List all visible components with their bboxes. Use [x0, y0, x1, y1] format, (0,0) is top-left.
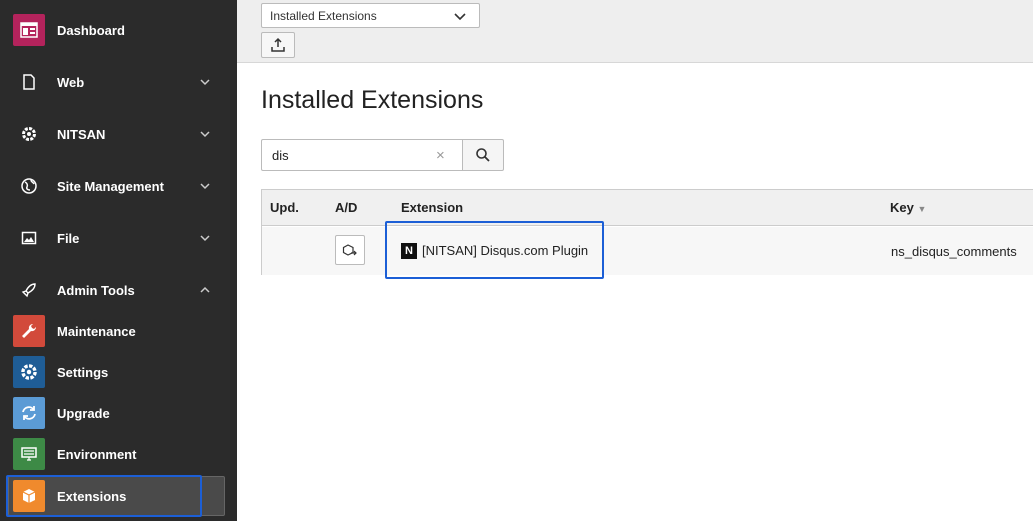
- sidebar-item-maintenance[interactable]: Maintenance: [0, 311, 237, 351]
- rocket-icon: [13, 274, 45, 306]
- search-button[interactable]: [462, 139, 504, 171]
- chevron-up-icon[interactable]: [198, 283, 212, 297]
- activate-deactivate-button[interactable]: [335, 235, 365, 265]
- sidebar-item-dashboard[interactable]: Dashboard: [0, 10, 237, 50]
- column-header-key-label: Key: [890, 200, 914, 215]
- sidebar-item-web[interactable]: Web: [0, 62, 237, 102]
- column-header-key[interactable]: Key ▼: [890, 200, 926, 215]
- sidebar-item-file[interactable]: File: [0, 218, 237, 258]
- sidebar-item-label: Maintenance: [57, 323, 136, 339]
- module-toolbar: Installed Extensions: [237, 0, 1033, 63]
- sidebar-item-label: Admin Tools: [57, 282, 135, 298]
- sidebar-item-admin-tools[interactable]: Admin Tools: [0, 270, 237, 310]
- search-icon: [476, 148, 490, 162]
- gear-icon: [13, 356, 45, 388]
- view-select[interactable]: Installed Extensions: [261, 3, 480, 28]
- column-header-upd[interactable]: Upd.: [270, 200, 299, 215]
- sidebar-item-label: Settings: [57, 364, 109, 380]
- table-header: Upd. A/D Extension Key ▼: [262, 190, 1033, 226]
- extension-key: ns_disqus_comments: [891, 244, 1017, 259]
- sidebar-item-label: Environment: [57, 446, 137, 462]
- sidebar-item-label: Site Management: [57, 178, 164, 194]
- globe-icon: [13, 170, 45, 202]
- dashboard-icon: [13, 14, 45, 46]
- gear-icon: [13, 118, 45, 150]
- chevron-down-icon[interactable]: [198, 75, 212, 89]
- search-input[interactable]: [261, 139, 463, 171]
- sidebar-item-label: Dashboard: [57, 22, 125, 38]
- extensions-table: Upd. A/D Extension Key ▼ N [NITSAN] Disq…: [261, 189, 1033, 275]
- clear-search-icon[interactable]: ×: [436, 147, 445, 164]
- upload-extension-button[interactable]: [261, 32, 295, 58]
- sidebar-item-label: Upgrade: [57, 405, 110, 421]
- monitor-icon: [13, 438, 45, 470]
- refresh-icon: [13, 397, 45, 429]
- sidebar-item-upgrade[interactable]: Upgrade: [0, 393, 237, 433]
- sidebar-item-site-management[interactable]: Site Management: [0, 166, 237, 206]
- extension-highlight-outline: [385, 221, 604, 279]
- column-header-extension[interactable]: Extension: [401, 200, 463, 215]
- sidebar: Dashboard Web NITSAN Site Management Fil…: [0, 0, 237, 521]
- sidebar-item-label: NITSAN: [57, 126, 106, 142]
- view-select-value: Installed Extensions: [270, 9, 377, 23]
- column-header-ad[interactable]: A/D: [335, 200, 357, 215]
- chevron-down-icon[interactable]: [198, 127, 212, 141]
- upload-icon: [271, 37, 285, 52]
- chevron-down-icon: [454, 13, 466, 21]
- sort-caret-icon: ▼: [917, 204, 927, 214]
- page-icon: [13, 66, 45, 98]
- sidebar-item-settings[interactable]: Settings: [0, 352, 237, 392]
- page-title: Installed Extensions: [261, 86, 484, 114]
- chevron-down-icon[interactable]: [198, 179, 212, 193]
- chevron-down-icon[interactable]: [198, 231, 212, 245]
- wrench-icon: [13, 315, 45, 347]
- table-row: N [NITSAN] Disqus.com Plugin ns_disqus_c…: [262, 227, 1033, 275]
- sidebar-item-label: File: [57, 230, 80, 246]
- sidebar-item-environment[interactable]: Environment: [0, 434, 237, 474]
- sidebar-item-nitsan[interactable]: NITSAN: [0, 114, 237, 154]
- extension-toggle-icon: [342, 244, 357, 256]
- image-icon: [13, 222, 45, 254]
- sidebar-item-label: Web: [57, 74, 85, 90]
- extensions-highlight-outline: [6, 475, 202, 517]
